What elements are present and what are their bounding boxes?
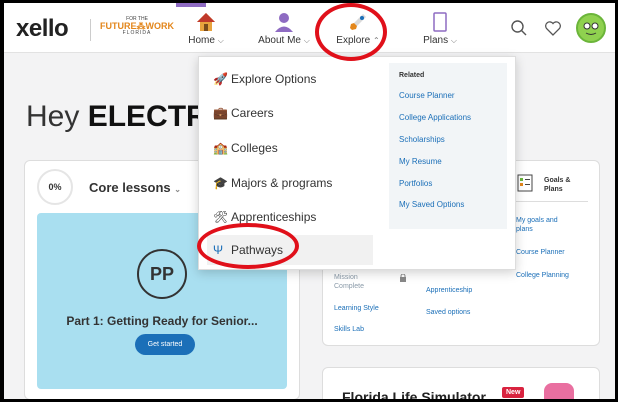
menu-item-label: Colleges <box>231 141 278 155</box>
home-icon <box>197 13 215 31</box>
nav-home[interactable]: Home ⌵ <box>180 3 232 53</box>
person-icon <box>275 13 293 32</box>
app-window: xello FOR THE FUTURE⁂WORK FLORIDA Home ⌵… <box>4 3 615 399</box>
get-started-button[interactable]: Get started <box>135 334 195 355</box>
student-name: ELECTR <box>87 100 208 133</box>
apprenticeship-link[interactable]: Apprenticeship <box>426 286 472 295</box>
mission-link[interactable]: Mission Complete <box>334 273 364 291</box>
nav-home-label: Home <box>188 35 215 46</box>
my-goals-line2: plans <box>516 226 533 234</box>
chevron-down-icon: ⌵ <box>450 36 457 45</box>
nav-about-me[interactable]: About Me ⌵ <box>254 3 314 53</box>
top-navigation: xello FOR THE FUTURE⁂WORK FLORIDA Home ⌵… <box>4 3 615 53</box>
briefcase-icon: 💼 <box>213 106 228 120</box>
lesson-badge: PP <box>137 249 187 299</box>
mission-line1: Mission <box>334 274 358 281</box>
course-planner-link[interactable]: Course Planner <box>516 248 565 257</box>
learning-style-link[interactable]: Learning Style <box>334 304 379 313</box>
future-of-work-logo: FOR THE FUTURE⁂WORK FLORIDA <box>98 17 176 36</box>
progress-percent: 0% <box>37 169 73 205</box>
menu-item-label: Apprenticeships <box>231 210 317 224</box>
school-icon: 🏫 <box>213 141 228 155</box>
college-planning-link[interactable]: College Planning <box>516 271 569 280</box>
nav-about-me-label: About Me <box>258 35 301 46</box>
saved-options-link[interactable]: Saved options <box>426 308 470 317</box>
menu-item-colleges[interactable]: 🏫 Colleges <box>207 133 373 163</box>
clipboard-icon <box>433 12 447 32</box>
related-course-planner[interactable]: Course Planner <box>399 91 455 100</box>
menu-item-label: Explore Options <box>231 72 317 86</box>
core-lessons-title[interactable]: Core lessons ⌄ <box>89 180 181 195</box>
menu-item-majors-programs[interactable]: 🎓 Majors & programs <box>207 168 373 198</box>
skills-lab-link[interactable]: Skills Lab <box>334 325 364 334</box>
goals-heading-line1: Goals & <box>544 177 571 184</box>
greeting-prefix: Hey <box>26 100 80 133</box>
page-greeting: Hey ELECTR <box>26 100 208 134</box>
my-goals-line1: My goals and <box>516 217 558 224</box>
chevron-down-icon: ⌄ <box>174 185 181 194</box>
related-links-panel: Related Course Planner College Applicati… <box>389 63 507 229</box>
goals-checklist-icon <box>517 174 533 192</box>
graduation-cap-icon: 🎓 <box>213 176 228 190</box>
piggy-bank-icon <box>544 383 574 399</box>
chevron-down-icon: ⌵ <box>217 36 224 45</box>
new-badge: New <box>502 387 525 398</box>
avatar[interactable] <box>576 13 606 43</box>
search-icon[interactable] <box>510 19 528 37</box>
life-simulator-title: Florida Life Simulator <box>342 389 486 399</box>
heart-icon[interactable] <box>544 19 562 37</box>
related-my-resume[interactable]: My Resume <box>399 157 442 166</box>
nav-plans-label: Plans <box>423 35 449 46</box>
xello-logo[interactable]: xello <box>16 15 69 43</box>
highlight-ring-pathways <box>197 223 299 269</box>
logo-divider <box>90 19 91 41</box>
partner-line3: FLORIDA <box>122 30 152 36</box>
core-lessons-label: Core lessons <box>89 180 171 195</box>
lesson-title: Part 1: Getting Ready for Senior... <box>66 314 258 328</box>
related-portfolios[interactable]: Portfolios <box>399 179 432 188</box>
my-goals-link[interactable]: My goals and plans <box>516 216 558 234</box>
menu-item-label: Careers <box>231 106 274 120</box>
rocket-icon: 🚀 <box>213 72 228 86</box>
nav-plans[interactable]: Plans ⌵ <box>418 3 462 53</box>
goals-divider <box>516 201 588 202</box>
menu-item-careers[interactable]: 💼 Careers <box>207 98 373 128</box>
menu-item-explore-options[interactable]: 🚀 Explore Options <box>207 64 373 94</box>
goals-plans-heading: Goals & Plans <box>544 176 570 194</box>
menu-item-label: Majors & programs <box>231 176 333 190</box>
chevron-down-icon: ⌵ <box>303 36 310 45</box>
mission-line2: Complete <box>334 283 364 291</box>
goals-heading-line2: Plans <box>544 186 563 194</box>
related-my-saved-options[interactable]: My Saved Options <box>399 200 464 209</box>
avatar-face-icon <box>583 22 599 35</box>
related-scholarships[interactable]: Scholarships <box>399 135 445 144</box>
highlight-ring-explore <box>315 3 387 61</box>
related-college-applications[interactable]: College Applications <box>399 113 471 122</box>
related-heading: Related <box>399 72 425 79</box>
lock-icon <box>400 274 406 282</box>
